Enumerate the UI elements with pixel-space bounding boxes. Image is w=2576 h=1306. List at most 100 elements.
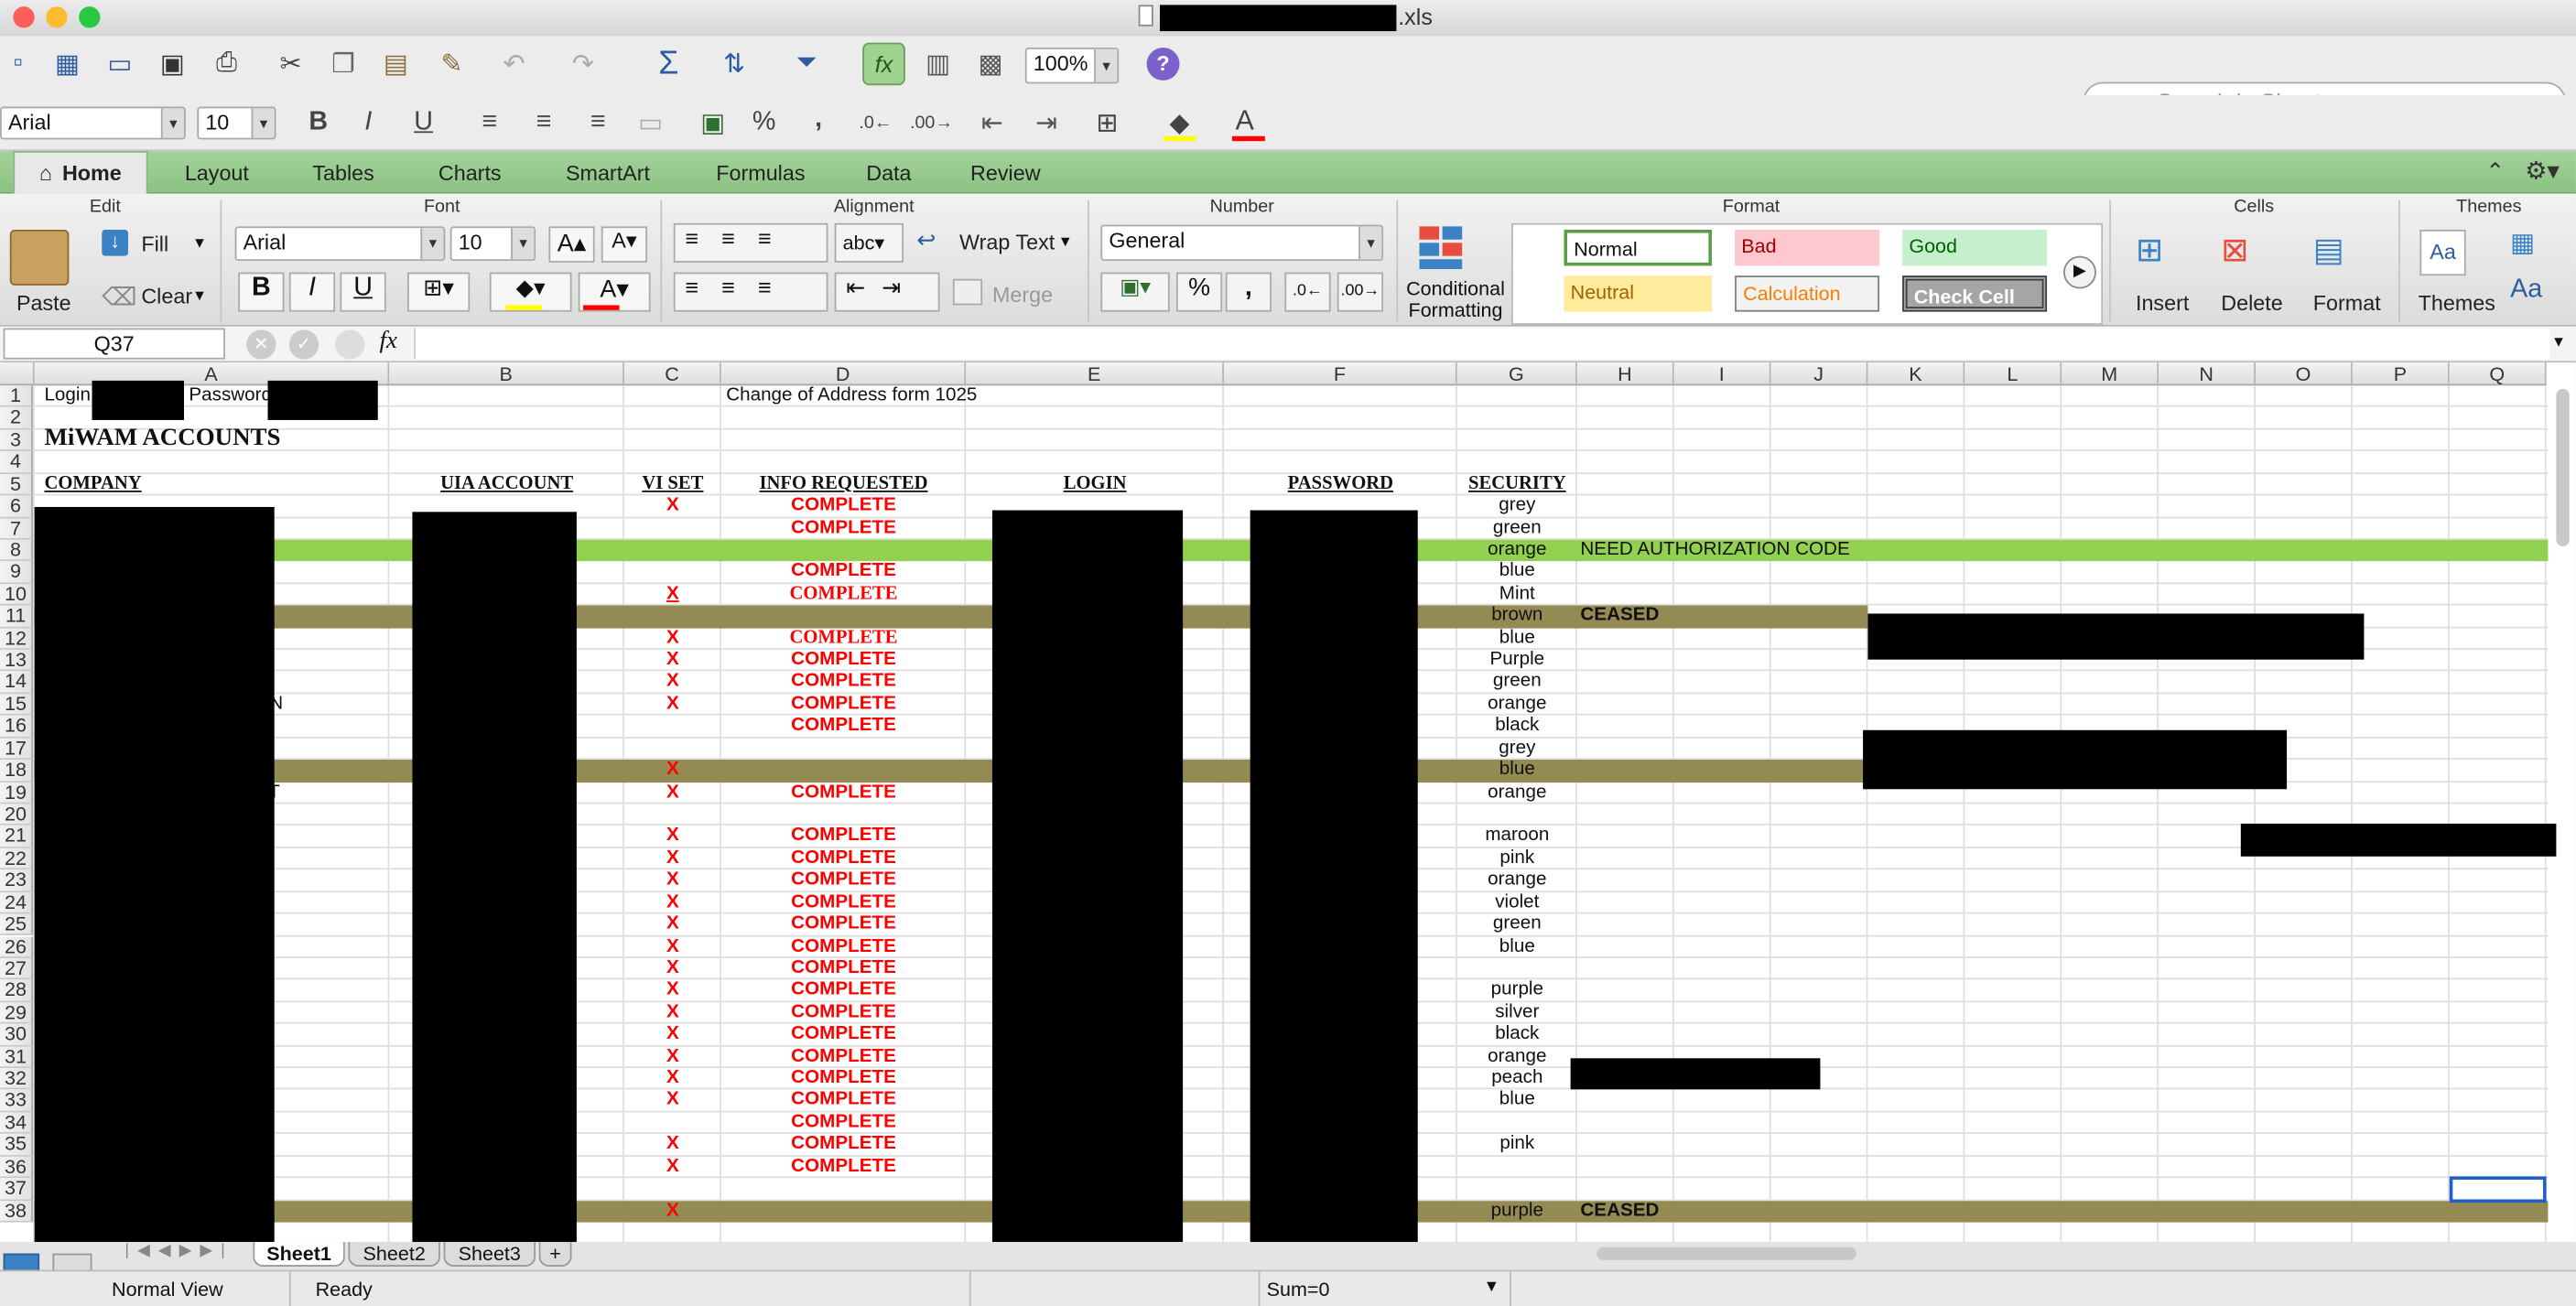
row-header[interactable]: 2	[0, 406, 33, 430]
selected-cell[interactable]	[2449, 1176, 2547, 1203]
row-header[interactable]: 11	[0, 604, 33, 628]
confirm-entry-icon[interactable]: ✓	[288, 329, 319, 360]
row-header[interactable]: 36	[0, 1155, 33, 1179]
row-header[interactable]: 22	[0, 847, 33, 870]
print-icon[interactable]: ⎙	[209, 46, 244, 81]
column-header[interactable]: M	[2062, 362, 2159, 386]
column-header[interactable]: P	[2352, 362, 2450, 386]
row-header[interactable]: 33	[0, 1088, 33, 1113]
theme-colors-icon[interactable]: ▦	[2510, 226, 2535, 259]
tab-home[interactable]: ⌂ Home	[13, 150, 148, 194]
column-header[interactable]: K	[1867, 362, 1965, 386]
row-header[interactable]: 14	[0, 670, 33, 695]
vertical-scrollbar[interactable]	[2556, 388, 2570, 546]
gallery-icon[interactable]: ▥	[920, 46, 956, 81]
sheet-tab-1[interactable]: Sheet1	[253, 1242, 345, 1267]
row-header[interactable]: 5	[0, 472, 33, 496]
row-header[interactable]: 13	[0, 648, 33, 672]
align-right-icon[interactable]: ≡	[579, 105, 615, 141]
row-header[interactable]: 35	[0, 1133, 33, 1157]
column-header[interactable]: G	[1456, 362, 1577, 386]
row-header[interactable]: 28	[0, 978, 33, 1002]
row-header[interactable]: 4	[0, 450, 33, 474]
style-good[interactable]: Good	[1902, 229, 2048, 266]
row-header[interactable]: 32	[0, 1066, 33, 1091]
grow-font-button[interactable]: A▴	[548, 226, 595, 263]
sum-select[interactable]: Sum=0 ▼	[1258, 1271, 1512, 1306]
accounting-format-icon[interactable]: ▣▾	[1100, 272, 1170, 312]
minimize-window-button[interactable]	[46, 6, 68, 28]
tab-data[interactable]: Data	[841, 151, 936, 194]
percent-style-button[interactable]: %	[1175, 272, 1223, 312]
currency-icon[interactable]: ▣	[695, 105, 731, 141]
theme-fonts-icon[interactable]: Aa	[2510, 275, 2542, 305]
horizontal-scrollbar[interactable]	[1596, 1247, 1856, 1260]
row-header[interactable]: 1	[0, 384, 33, 408]
decrease-indent-icon[interactable]: ⇤	[974, 105, 1010, 141]
name-box[interactable]: Q37	[3, 328, 225, 360]
row-header[interactable]: 6	[0, 494, 33, 518]
row-header[interactable]: 16	[0, 715, 33, 739]
row-header[interactable]: 23	[0, 869, 33, 892]
paste-button[interactable]: Paste	[16, 290, 71, 315]
ribbon-italic-button[interactable]: I	[288, 272, 336, 312]
templates-icon[interactable]: ▦	[49, 46, 85, 81]
collapse-ribbon-icon[interactable]: ⌃	[2485, 157, 2505, 185]
ribbon-underline-button[interactable]: U	[340, 272, 386, 312]
indent-icons[interactable]: ⇤⇥	[834, 272, 940, 312]
themes-button[interactable]: Themes	[2419, 290, 2495, 315]
conditional-formatting-button[interactable]: Conditional Formatting	[1403, 278, 1509, 322]
tab-review[interactable]: Review	[943, 151, 1067, 194]
column-header[interactable]: C	[623, 362, 721, 386]
ribbon-increase-decimal-icon[interactable]: .0←	[1284, 272, 1331, 312]
tab-tables[interactable]: Tables	[283, 151, 405, 194]
column-header[interactable]: N	[2159, 362, 2256, 386]
sheet-tab-3[interactable]: Sheet3	[443, 1242, 536, 1267]
column-header[interactable]: B	[389, 362, 624, 386]
column-header[interactable]: E	[966, 362, 1224, 386]
tab-layout[interactable]: Layout	[157, 151, 276, 194]
style-check-cell[interactable]: Check Cell	[1902, 275, 2048, 312]
align-left-icon[interactable]: ≡	[471, 105, 507, 141]
ribbon-decrease-decimal-icon[interactable]: .00→	[1337, 272, 1384, 312]
cancel-entry-icon[interactable]: ✕	[246, 329, 276, 360]
orientation-button[interactable]: abc▾	[834, 222, 904, 263]
row-header[interactable]: 7	[0, 516, 33, 540]
decrease-decimal-icon[interactable]: .00→	[910, 105, 953, 141]
row-header[interactable]: 3	[0, 428, 33, 452]
column-header[interactable]: F	[1223, 362, 1457, 386]
zoom-window-button[interactable]	[79, 6, 101, 28]
vertical-align-icons[interactable]: ≡≡≡	[673, 222, 828, 263]
horizontal-align-icons[interactable]: ≡≡≡	[673, 272, 828, 312]
underline-button[interactable]: U	[414, 108, 433, 137]
merge-button[interactable]: Merge	[992, 282, 1053, 307]
number-format-select[interactable]: General ▼	[1100, 224, 1384, 262]
row-header[interactable]: 8	[0, 538, 33, 562]
comma-style-button[interactable]: ,	[1225, 272, 1272, 312]
sheet-tab-2[interactable]: Sheet2	[348, 1242, 440, 1267]
row-header[interactable]: 25	[0, 912, 33, 936]
align-center-icon[interactable]: ≡	[525, 105, 561, 141]
row-header[interactable]: 31	[0, 1044, 33, 1069]
merge-center-icon[interactable]: ▭	[633, 105, 668, 141]
paste-small-icon[interactable]: ▤	[378, 46, 414, 81]
conditional-formatting-icon[interactable]	[1419, 226, 1472, 272]
increase-decimal-icon[interactable]: .0←	[858, 105, 893, 141]
tab-smartart[interactable]: SmartArt	[536, 151, 680, 194]
select-all-corner[interactable]	[0, 362, 35, 386]
format-painter-icon[interactable]: ✎	[434, 46, 470, 81]
row-header[interactable]: 26	[0, 934, 33, 958]
row-header[interactable]: 20	[0, 803, 33, 826]
styles-next-icon[interactable]: ▶	[2063, 255, 2096, 289]
row-header[interactable]: 12	[0, 626, 33, 650]
clear-button[interactable]: Clear	[141, 284, 192, 308]
column-header[interactable]: D	[720, 362, 967, 386]
increase-indent-icon[interactable]: ⇥	[1028, 105, 1064, 141]
gear-icon[interactable]: ⚙▾	[2525, 156, 2560, 185]
formula-builder-icon[interactable]: fx	[862, 42, 905, 86]
row-header[interactable]: 24	[0, 890, 33, 914]
ribbon-size-select[interactable]: 10 ▼	[449, 226, 536, 262]
chevron-down-icon[interactable]: ▼	[2551, 333, 2566, 350]
style-neutral[interactable]: Neutral	[1564, 275, 1712, 312]
row-header[interactable]: 18	[0, 759, 33, 783]
